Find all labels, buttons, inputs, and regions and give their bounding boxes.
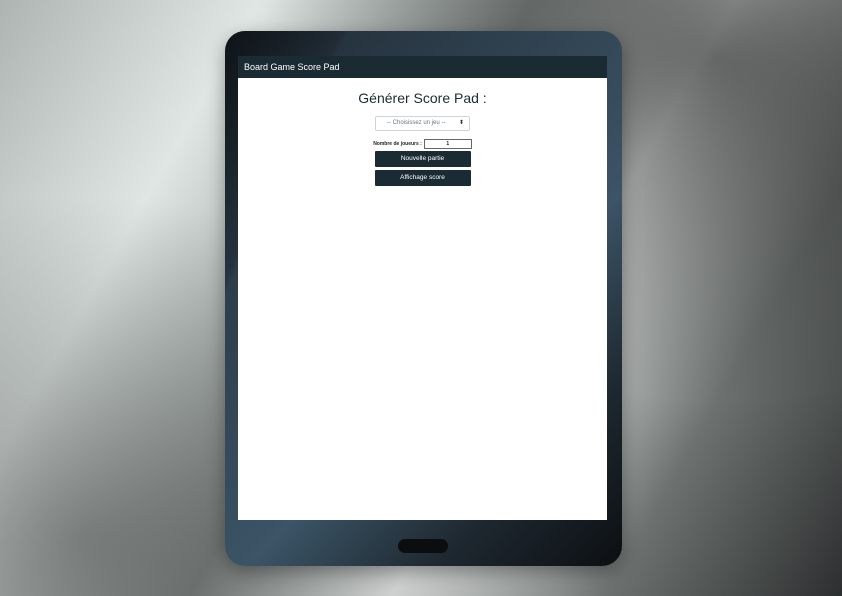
page-title: Générer Score Pad : — [358, 90, 487, 106]
players-row: Nombre de joueurs : 1 — [238, 139, 607, 149]
players-input[interactable]: 1 — [423, 139, 472, 149]
up-down-chevron-icon: ⬍ — [458, 120, 464, 126]
navbar: Board Game Score Pad — [238, 56, 607, 78]
home-button — [398, 539, 448, 553]
game-select-value: -- Choisissez un jeu -- — [387, 120, 446, 126]
game-select[interactable]: -- Choisissez un jeu -- ⬍ — [375, 116, 470, 131]
players-label: Nombre de joueurs : — [373, 141, 422, 147]
navbar-brand[interactable]: Board Game Score Pad — [244, 62, 340, 72]
tablet-frame: Board Game Score Pad Générer Score Pad :… — [225, 31, 622, 566]
tablet-screen: Board Game Score Pad Générer Score Pad :… — [238, 56, 607, 520]
show-score-button[interactable]: Affichage score — [374, 170, 471, 186]
new-game-button[interactable]: Nouvelle partie — [374, 151, 471, 167]
main-content: Générer Score Pad : -- Choisissez un jeu… — [238, 90, 607, 186]
